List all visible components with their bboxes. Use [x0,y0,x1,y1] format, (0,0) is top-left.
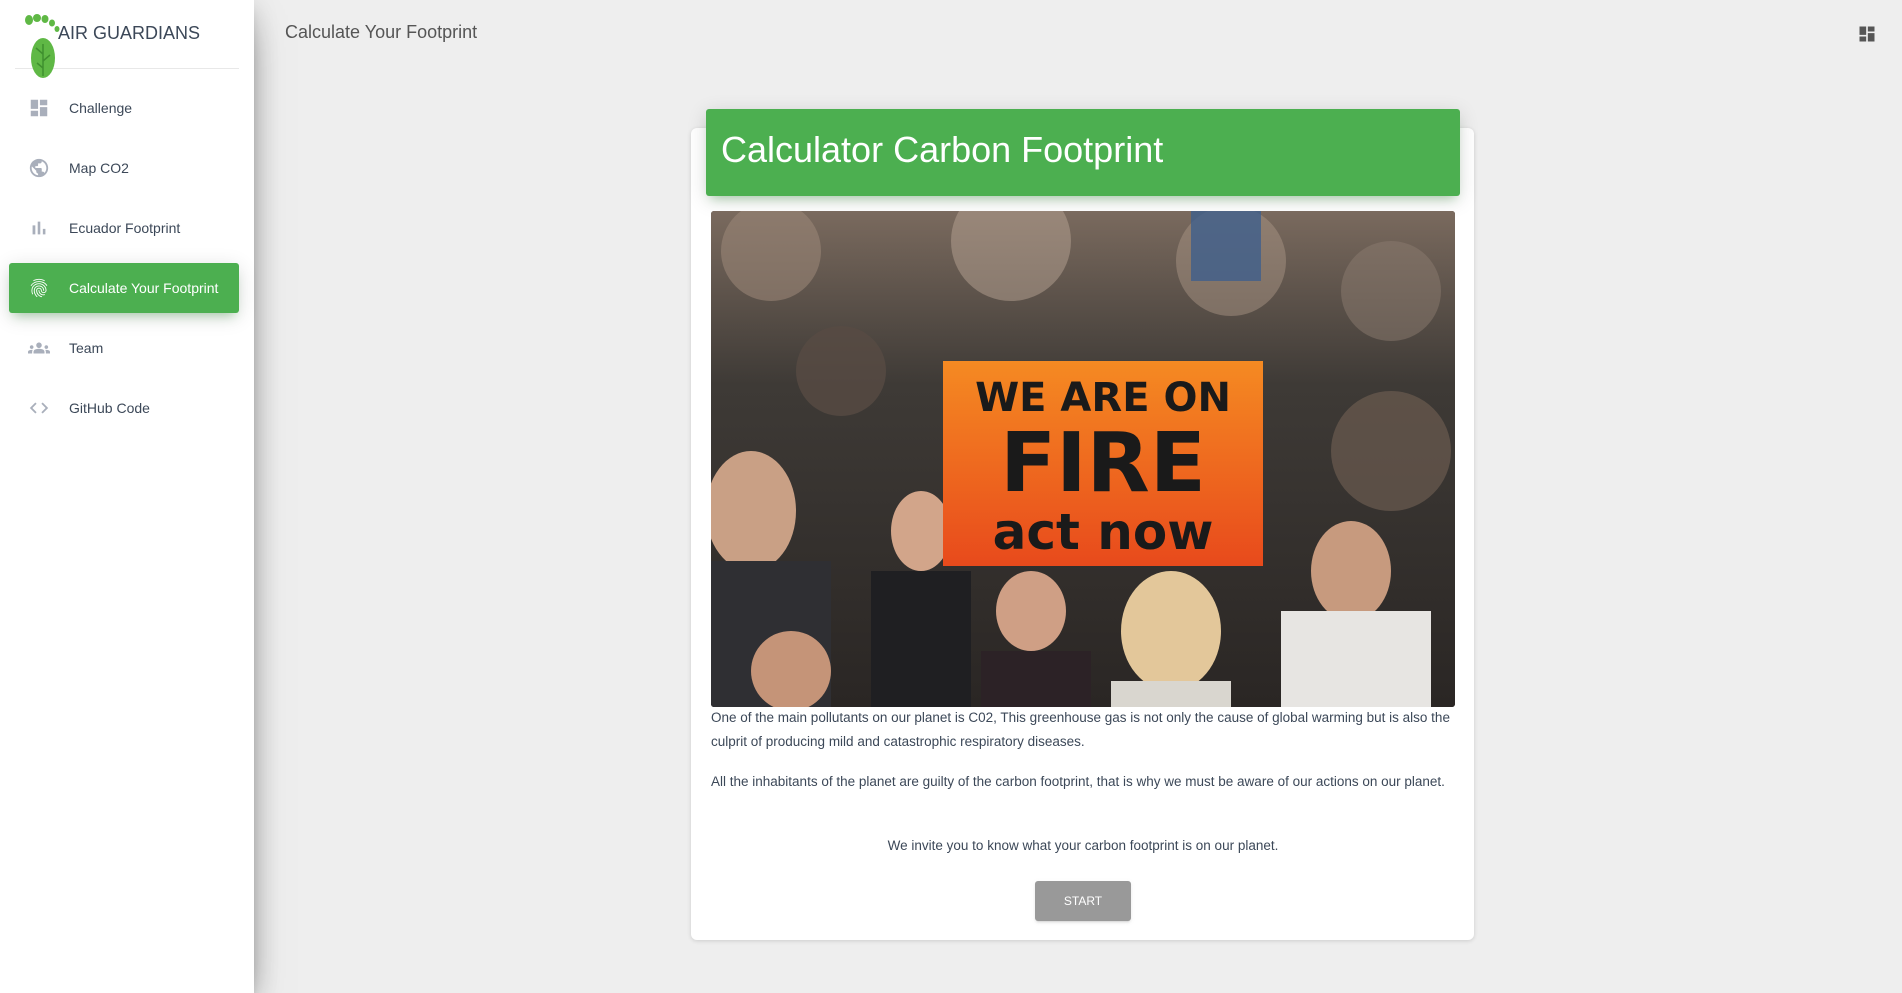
brand-name: AIR GUARDIANS [58,23,201,43]
awareness-paragraph: All the inhabitants of the planet are gu… [711,774,1445,789]
brand[interactable]: AIR GUARDIANS [15,0,239,78]
sidebar-nav: Challenge Map CO2 Ecuador Footprint Calc… [0,83,254,443]
dashboard-icon[interactable] [1857,24,1877,44]
sidebar-item-label: Calculate Your Footprint [69,280,219,296]
sidebar-item-github-code[interactable]: GitHub Code [9,383,239,433]
sign-line-3: act now [993,503,1214,561]
sidebar-item-ecuador-footprint[interactable]: Ecuador Footprint [9,203,239,253]
sidebar-item-team[interactable]: Team [9,323,239,373]
sidebar-item-map-co2[interactable]: Map CO2 [9,143,239,193]
footprint-logo-icon [25,14,60,78]
page-title[interactable]: Calculate Your Footprint [285,22,477,43]
card-header: Calculator Carbon Footprint [706,109,1460,196]
sidebar-item-label: GitHub Code [69,400,150,416]
sidebar-item-challenge[interactable]: Challenge [9,83,239,133]
intro-paragraph: One of the main pollutants on our planet… [711,710,1450,749]
invite-paragraph: We invite you to know what your carbon f… [887,838,1279,853]
sidebar-item-calculate-footprint[interactable]: Calculate Your Footprint [9,263,239,313]
code-icon [27,396,51,420]
sign-line-2: FIRE [1000,416,1206,511]
globe-icon [27,156,51,180]
dashboard-icon [27,96,51,120]
fingerprint-icon [27,276,51,300]
bar-chart-icon [27,216,51,240]
protest-photo: WE ARE ON FIRE act now [711,211,1455,707]
people-icon [27,336,51,360]
card-title: Calculator Carbon Footprint [721,129,1164,170]
sidebar-item-label: Ecuador Footprint [69,220,181,236]
sidebar: AIR GUARDIANS Challenge Map CO2 Ecuador … [0,0,254,993]
sign-line-1: WE ARE ON [975,375,1231,421]
sidebar-item-label: Team [69,340,104,356]
sidebar-item-label: Challenge [69,100,133,116]
sidebar-item-label: Map CO2 [69,160,129,176]
start-button[interactable]: START [1035,881,1131,921]
